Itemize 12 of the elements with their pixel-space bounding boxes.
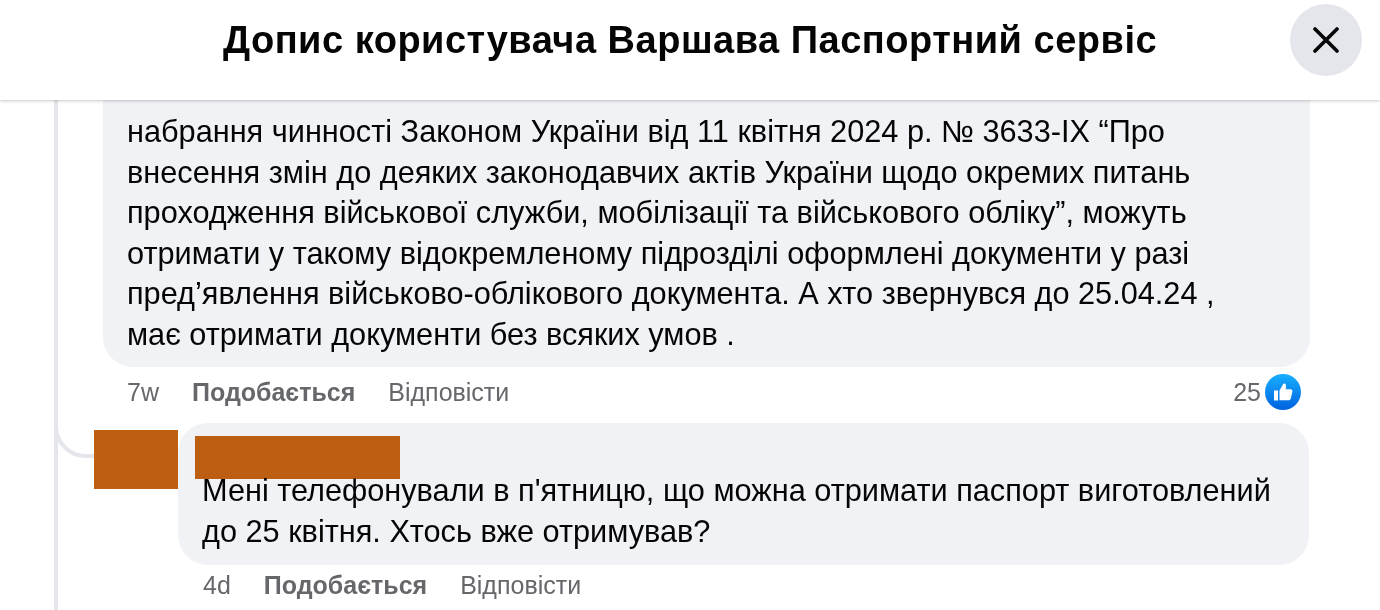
reply-link[interactable]: Відповісти (460, 571, 582, 600)
dialog-title: Допис користувача Варшава Паспортний сервіс (222, 18, 1158, 63)
thumbs-up-icon (1265, 374, 1301, 410)
like-link[interactable]: Подобається (263, 571, 428, 600)
comment-text: набрання чинності Законом України від 11 квітня 2024 р. № 3633-IX “Про внесення змін до деяких законодавчих актів України щодо окремих питань проходження військової служби, мобілізації та військового обліку”, можуть отримати у такому відокремленому підрозділі оформлені документи у разі пред’явлення військово-облікового документа. А хто звернувся до 25.04.24 , має отримати документи без всяких умов . (127, 113, 1216, 354)
like-link[interactable]: Подобається (191, 377, 356, 407)
reaction-count: 25 (1233, 377, 1261, 407)
comment-time: 7w (127, 377, 159, 407)
close-icon (1313, 27, 1339, 53)
reply-link[interactable]: Відповісти (388, 377, 510, 407)
comment-text: Мені телефонували в п'ятницю, що можна отримати паспорт виготовлений до 25 квітня. Хтось вже отримував? (202, 472, 1272, 551)
comment-time: 4d (203, 571, 231, 600)
